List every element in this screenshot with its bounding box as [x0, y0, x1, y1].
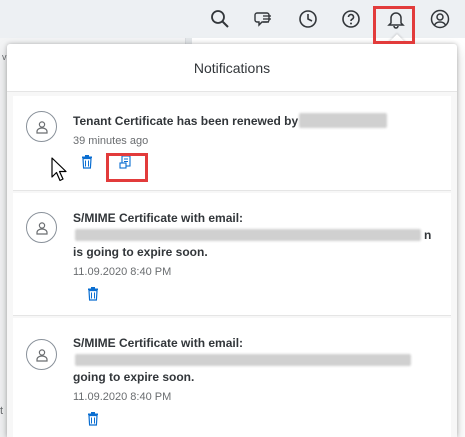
user-avatar-icon [35, 221, 48, 235]
redacted-text [299, 113, 387, 128]
avatar [26, 339, 57, 370]
chat-icon[interactable] [253, 8, 275, 30]
notification-title-tail: n [424, 228, 432, 242]
notifications-popover: Notifications Tenant Certificate has bee… [7, 44, 457, 437]
notification-time: 11.09.2020 8:40 PM [73, 266, 172, 278]
avatar [26, 212, 57, 243]
redacted-email [75, 354, 411, 366]
avatar [26, 111, 57, 142]
notification-item[interactable]: S/MIME Certificate with email: n is goin… [13, 193, 451, 316]
popover-title: Notifications [7, 44, 457, 92]
redacted-email [75, 229, 421, 241]
notification-title-line2: going to expire soon. [73, 370, 195, 384]
background-text-fragment-bottom: t [0, 405, 4, 417]
certificate-icon[interactable] [118, 154, 134, 170]
notification-item[interactable]: Tenant Certificate has been renewed by 3… [13, 96, 451, 191]
clock-icon[interactable] [297, 8, 319, 30]
user-avatar-icon [35, 348, 48, 362]
notification-title-line1: S/MIME Certificate with email: [73, 336, 244, 350]
notification-title-line1: S/MIME Certificate with email: [73, 211, 244, 225]
notification-title: Tenant Certificate has been renewed by [73, 114, 299, 128]
notification-time: 39 minutes ago [73, 135, 149, 147]
delete-icon[interactable] [85, 411, 101, 427]
user-icon[interactable] [429, 8, 451, 30]
notification-list: Tenant Certificate has been renewed by 3… [7, 92, 457, 437]
bell-icon[interactable] [385, 8, 407, 30]
background-text-fragment: v [2, 52, 7, 62]
notification-title-line2: is going to expire soon. [73, 245, 208, 259]
user-avatar-icon [35, 120, 48, 134]
search-icon[interactable] [209, 8, 231, 30]
delete-icon[interactable] [85, 286, 101, 302]
notification-time: 11.09.2020 8:40 PM [73, 391, 172, 403]
help-icon[interactable] [340, 8, 362, 30]
delete-icon[interactable] [79, 154, 95, 170]
notification-item[interactable]: S/MIME Certificate with email: going to … [13, 318, 451, 437]
